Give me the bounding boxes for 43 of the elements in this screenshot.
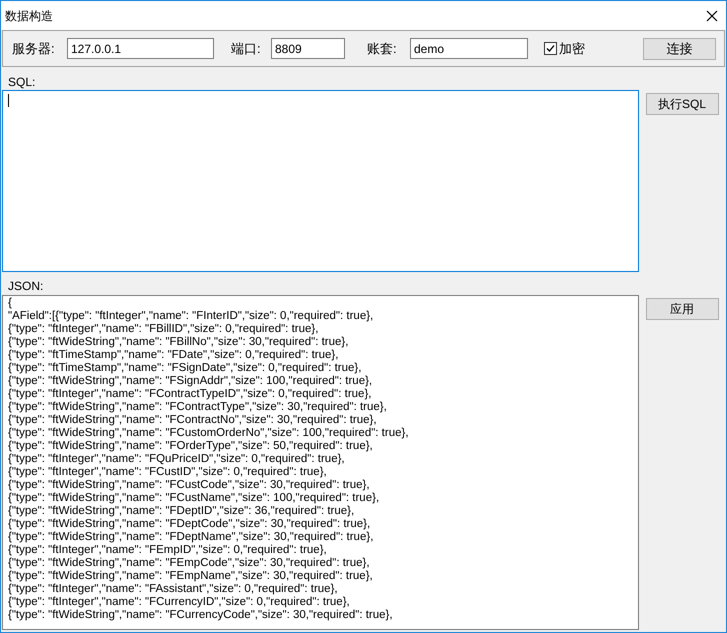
code-line: {"type": "ftInteger","name": "FQuPriceID","size": 0,"required": true}, — [8, 453, 345, 466]
code-line: {"type": "ftWideString","name": "FCustName","size": 100,"required": true}, — [8, 492, 380, 505]
text-cursor — [8, 94, 9, 107]
code-line: {"type": "ftInteger","name": "FBillID","size": 0,"required": true}, — [8, 323, 318, 336]
code-line: {"type": "ftWideString","name": "FEmpName","size": 30,"required": true}, — [8, 570, 373, 583]
close-icon[interactable] — [706, 10, 718, 22]
code-line: {"type": "ftWideString","name": "FBillNo","size": 30,"required": true}, — [8, 336, 348, 349]
code-line: "AField":[{"type": "ftInteger","name": "FInterID","size": 0,"required": true}, — [8, 310, 374, 323]
code-line: {"type": "ftInteger","name": "FCurrencyID","size": 0,"required": true}, — [8, 596, 350, 609]
execute-sql-button[interactable]: 执行SQL — [646, 93, 718, 115]
section-label: JSON: — [7, 278, 44, 292]
code-line: { — [8, 297, 12, 310]
json-editor[interactable] — [2, 295, 639, 630]
server-field[interactable]: 127.0.0.1 — [67, 38, 214, 59]
code-line: {"type": "ftWideString","name": "FOrderType","size": 50,"required": true}, — [8, 440, 373, 453]
code-line: {"type": "ftWideString","name": "FCustomOrderNo","size": 100,"required": true}, — [8, 427, 409, 440]
port-field[interactable]: 8809 — [271, 38, 345, 59]
code-line: {"type": "ftInteger","name": "FContractTypeID","size": 0,"required": true}, — [8, 388, 372, 401]
encrypt-checkbox[interactable] — [544, 42, 557, 55]
apply-button[interactable]: 应用 — [646, 298, 718, 320]
code-line: {"type": "ftWideString","name": "FSignAddr","size": 100,"required": true}, — [8, 375, 372, 388]
code-line: {"type": "ftWideString","name": "FContractNo","size": 30,"required": true}, — [8, 414, 377, 427]
code-line: {"type": "ftInteger","name": "FAssistant","size": 0,"required": true}, — [8, 583, 338, 596]
code-line: {"type": "ftWideString","name": "FCustCode","size": 30,"required": true}, — [8, 479, 370, 492]
connect-button[interactable]: 连接 — [643, 38, 716, 60]
code-line: {"type": "ftTimeStamp","name": "FSignDate","size": 0,"required": true}, — [8, 362, 362, 375]
code-line: {"type": "ftWideString","name": "FContractType","size": 30,"required": true}, — [8, 401, 387, 414]
code-line: {"type": "ftInteger","name": "FEmpID","size": 0,"required": true}, — [8, 544, 327, 557]
code-line: {"type": "ftWideString","name": "FDeptCode","size": 30,"required": true}, — [8, 518, 370, 531]
section-label: SQL: — [7, 74, 36, 88]
code-line: {"type": "ftTimeStamp","name": "FDate","size": 0,"required": true}, — [8, 349, 338, 362]
window-title: 数据构造 — [5, 8, 53, 24]
account-field[interactable]: demo — [410, 38, 528, 59]
field-label: 端口: — [231, 40, 262, 58]
code-line: {"type": "ftWideString","name": "FDeptID","size": 36,"required": true}, — [8, 505, 354, 518]
code-line: {"type": "ftWideString","name": "FEmpCode","size": 30,"required": true}, — [8, 557, 370, 570]
field-label: 服务器: — [12, 40, 56, 58]
code-line: {"type": "ftInteger","name": "FCustID","size": 0,"required": true}, — [8, 466, 327, 479]
code-line: {"type": "ftWideString","name": "FCurrencyCode","size": 30,"required": true}, — [8, 609, 393, 622]
check-icon — [546, 44, 555, 53]
checkbox-label: 加密 — [559, 40, 585, 58]
field-label: 账套: — [367, 40, 398, 58]
code-line: {"type": "ftWideString","name": "FDeptName","size": 30,"required": true}, — [8, 531, 374, 544]
